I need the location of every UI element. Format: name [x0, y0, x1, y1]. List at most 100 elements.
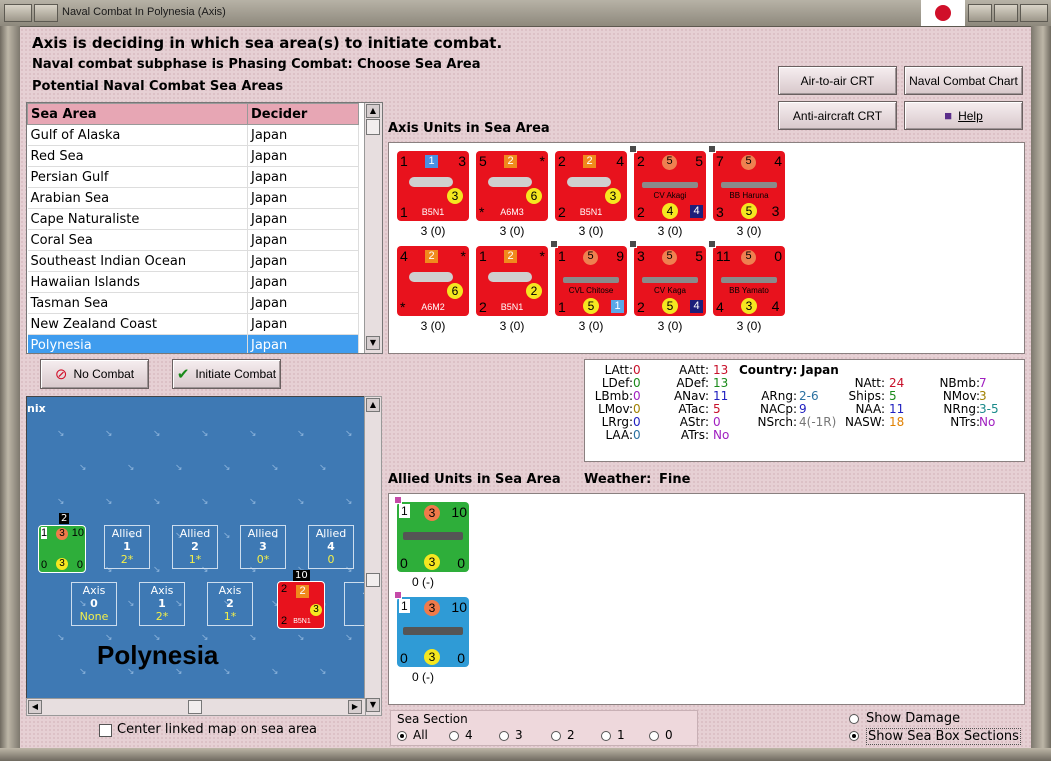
- axis-unit-counter[interactable]: 5 2 * A6M3 * 6: [476, 151, 548, 221]
- initiate-combat-button[interactable]: ✔ Initiate Combat: [172, 359, 281, 389]
- stack-count-badge: 2: [59, 513, 70, 524]
- table-row[interactable]: New Zealand Coast Japan: [27, 313, 359, 335]
- wave-mark-icon: ↘: [79, 667, 87, 677]
- allied-unit-counter[interactable]: 1 3 10 0 3 0: [397, 502, 469, 572]
- axis-unit-counter[interactable]: 1 1 3 B5N1 1 3: [397, 151, 469, 221]
- table-row[interactable]: Red Sea Japan: [27, 145, 359, 167]
- checkmark-icon: ✔: [176, 366, 190, 383]
- stat-label-nbmb: NBmb:: [939, 376, 980, 390]
- axis-sea-box[interactable]: Axis 1 2*: [139, 582, 185, 626]
- scroll-thumb[interactable]: [366, 119, 380, 135]
- allied-sea-box[interactable]: Allied 3 0*: [240, 525, 286, 569]
- map-scroll-down-icon[interactable]: ▼: [366, 698, 380, 712]
- table-row[interactable]: Cape Naturaliste Japan: [27, 208, 359, 230]
- stack-top-right: 10: [71, 527, 84, 539]
- sea-section-radio-4[interactable]: [449, 731, 459, 741]
- axis-unit-counter[interactable]: 1 5 9 CVL Chitose 1 5 1: [555, 246, 627, 316]
- allied-sea-box[interactable]: Allied 1 2*: [104, 525, 150, 569]
- stat-value-nasw: 18: [889, 415, 905, 429]
- table-row[interactable]: Arabian Sea Japan: [27, 187, 359, 209]
- axis-unit-counter[interactable]: 7 5 4 BB Haruna 3 5 3: [713, 151, 785, 221]
- map-scroll-right-icon[interactable]: ▶: [348, 700, 362, 714]
- maximize-button[interactable]: [968, 4, 992, 22]
- table-scrollbar[interactable]: ▲ ▼: [364, 103, 382, 353]
- center-map-checkbox[interactable]: [99, 724, 112, 737]
- axis-unit-counter[interactable]: 1 2 * B5N1 2 2: [476, 246, 548, 316]
- map-vertical-scrollbar[interactable]: ▲ ▼: [364, 396, 382, 716]
- wave-mark-icon: ↘: [201, 497, 209, 507]
- axis-unit-counter[interactable]: 3 5 5 CV Kaga 2 5 4: [634, 246, 706, 316]
- sea-area-table: Sea Area Decider Gulf of Alaska Japan Red …: [26, 102, 383, 354]
- sea-area-map[interactable]: nix ↘ ↘ ↘ ↘ ↘ ↘ ↘ ↘ ↘ ↘ ↘ ↘ ↘ ↘ ↘ ↘ ↘ ↘ ↘ ↘ ↘ ↘ ↘ ↘ ↘ ↘ ↘ ↘ ↘ ↘ ↘ ↘ ↘ ↘ ↘ ↘…: [26, 396, 366, 700]
- col-header-sea-area[interactable]: Sea Area: [27, 103, 248, 125]
- table-row[interactable]: Gulf of Alaska Japan: [27, 124, 359, 146]
- air-to-air-crt-button[interactable]: Air-to-air CRT: [778, 66, 897, 95]
- aircraft-silhouette-icon: [409, 177, 453, 187]
- counter-bottom-left-value: 2: [637, 299, 645, 315]
- counter-bottom-left-value: 0: [400, 650, 408, 666]
- stat-label-astr: AStr:: [679, 415, 709, 429]
- table-row[interactable]: Southeast Indian Ocean Japan: [27, 250, 359, 272]
- show-sea-box-sections-label: Show Sea Box Sections: [866, 728, 1021, 745]
- sea-section-radio-all[interactable]: [397, 731, 407, 741]
- stat-value-nrng: 3-5: [979, 402, 999, 416]
- title-bar: Naval Combat In Polynesia (Axis): [0, 0, 1051, 27]
- allied-unit-counter[interactable]: 1 3 10 0 3 0: [397, 597, 469, 667]
- aircraft-silhouette-icon: [409, 272, 453, 282]
- map-scroll-up-icon[interactable]: ▲: [366, 398, 380, 412]
- system-menu-button[interactable]: [4, 4, 32, 22]
- close-button[interactable]: [1020, 4, 1048, 22]
- counter-top-left-value: 7: [716, 153, 724, 169]
- no-combat-button[interactable]: ⊘ No Combat: [40, 359, 149, 389]
- map-axis-stack[interactable]: 2 2 3 2 B5N1: [277, 581, 325, 629]
- map-hscroll-thumb[interactable]: [188, 700, 202, 714]
- show-damage-radio[interactable]: [849, 714, 859, 724]
- counter-strength-label: 3 (0): [657, 224, 683, 238]
- stat-value-laa: 0: [633, 428, 641, 442]
- sea-box-value: 0: [327, 553, 335, 566]
- scroll-down-arrow-icon[interactable]: ▼: [366, 336, 380, 350]
- sea-section-radio-1[interactable]: [601, 731, 611, 741]
- minimize-button[interactable]: [34, 4, 58, 22]
- stat-value-atac: 5: [713, 402, 721, 416]
- table-row[interactable]: Polynesia Japan: [27, 334, 359, 353]
- sea-section-radio-0[interactable]: [649, 731, 659, 741]
- axis-sea-box[interactable]: A: [344, 582, 365, 626]
- decider-cell: Japan: [247, 313, 359, 335]
- counter-top-left-value: 2: [558, 153, 566, 169]
- map-scroll-left-icon[interactable]: ◀: [28, 700, 42, 714]
- axis-sea-box[interactable]: Axis 0 None: [71, 582, 117, 626]
- show-sea-box-sections-radio[interactable]: [849, 731, 859, 741]
- table-row[interactable]: Tasman Sea Japan: [27, 292, 359, 314]
- table-row[interactable]: Persian Gulf Japan: [27, 166, 359, 188]
- wave-mark-icon: ↘: [223, 463, 231, 473]
- allied-sea-box[interactable]: Allied 2 1*: [172, 525, 218, 569]
- table-row[interactable]: Coral Sea Japan: [27, 229, 359, 251]
- sea-section-radio-3[interactable]: [499, 731, 509, 741]
- axis-unit-counter[interactable]: 2 5 5 CV Akagi 2 4 4: [634, 151, 706, 221]
- scroll-up-arrow-icon[interactable]: ▲: [366, 104, 380, 118]
- counter-circle-value: 3: [605, 188, 621, 204]
- map-horizontal-scrollbar[interactable]: ◀ ▶: [26, 698, 366, 716]
- counter-top-right-value: 10: [451, 599, 467, 615]
- help-button[interactable]: ■ Help: [904, 101, 1023, 130]
- sea-box-number: 3: [259, 540, 267, 553]
- map-vscroll-thumb[interactable]: [366, 573, 380, 587]
- restore-button[interactable]: [994, 4, 1018, 22]
- sea-area-cell: Cape Naturaliste: [27, 208, 248, 230]
- axis-unit-counter[interactable]: 4 2 * A6M2 * 6: [397, 246, 469, 316]
- map-allied-stack[interactable]: 1 3 10 0 3 0: [38, 525, 86, 573]
- sea-section-radio-2[interactable]: [551, 731, 561, 741]
- wave-mark-icon: ↘: [105, 497, 113, 507]
- table-row[interactable]: Hawaiian Islands Japan: [27, 271, 359, 293]
- naval-combat-chart-button[interactable]: Naval Combat Chart: [904, 66, 1023, 95]
- anti-aircraft-crt-button[interactable]: Anti-aircraft CRT: [778, 101, 897, 130]
- axis-unit-counter[interactable]: 11 5 0 BB Yamato 4 3 4: [713, 246, 785, 316]
- decider-cell: Japan: [247, 187, 359, 209]
- col-header-decider[interactable]: Decider: [247, 103, 359, 125]
- allied-sea-box[interactable]: Allied 4 0: [308, 525, 354, 569]
- axis-sea-box[interactable]: Axis 2 1*: [207, 582, 253, 626]
- sea-section-option-label: 3: [515, 728, 523, 742]
- map-sea-area-name: Polynesia: [97, 640, 219, 670]
- axis-unit-counter[interactable]: 2 2 4 B5N1 2 3: [555, 151, 627, 221]
